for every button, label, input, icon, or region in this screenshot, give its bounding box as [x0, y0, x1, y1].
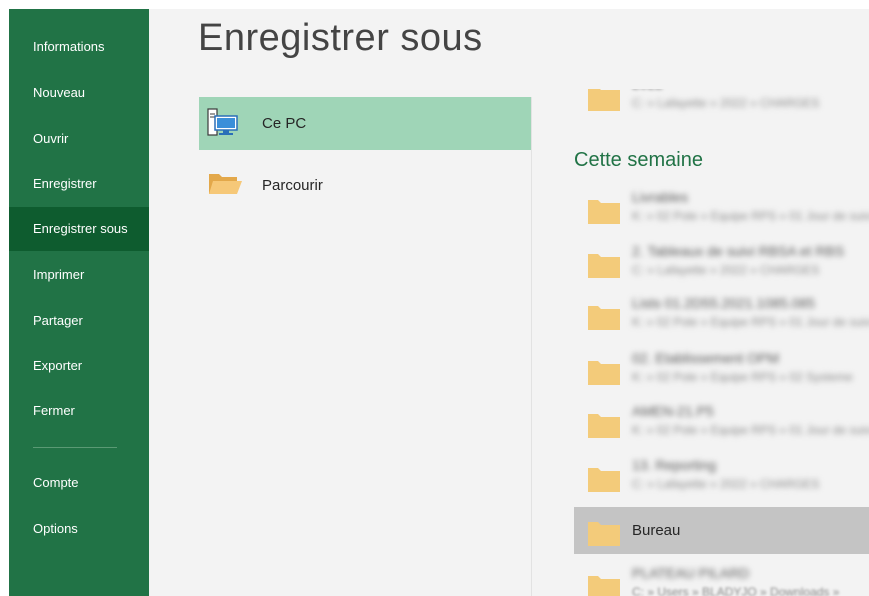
nav-fermer[interactable]: Fermer — [9, 389, 149, 433]
folder-row[interactable]: Livrables K: » 02 Pole » Equipe RPS » 01… — [574, 185, 869, 232]
folder-icon — [588, 89, 620, 111]
nav-divider — [33, 447, 117, 448]
nav-enregistrer-sous[interactable]: Enregistrer sous — [9, 207, 149, 251]
folder-path: K: » 02 Pole » Equipe RPS » 02 Systeme — [632, 370, 853, 384]
folder-path: C: » Lafayette » 2022 » CHARGES — [632, 96, 820, 110]
folder-title: PLATEAU PILARD — [632, 565, 750, 581]
folder-row[interactable]: AMEN-21.P5 K: » 02 Pole » Equipe RPS » 0… — [574, 399, 869, 446]
nav-exporter[interactable]: Exporter — [9, 344, 149, 388]
folder-title: 2. Tableaux de suivi RBSA et RBS — [632, 243, 845, 259]
folder-path: K: » 02 Pole » Equipe RPS » 01 Jour de s… — [632, 315, 869, 329]
folder-row[interactable]: PLATEAU PILARD C: » Users » BLADYJO » Do… — [574, 561, 869, 596]
folder-icon — [588, 520, 620, 546]
nav-partager[interactable]: Partager — [9, 299, 149, 343]
save-locations-panel: Ce PC Parcourir — [199, 97, 532, 596]
backstage-sidebar: Informations Nouveau Ouvrir Enregistrer … — [9, 9, 149, 596]
folder-row[interactable]: Lists 01.2D55.2021.1085.085 K: » 02 Pole… — [574, 291, 869, 338]
nav-ouvrir[interactable]: Ouvrir — [9, 117, 149, 161]
nav-options[interactable]: Options — [9, 507, 149, 551]
folder-path: K: » 02 Pole » Equipe RPS » 01 Jour de s… — [632, 423, 869, 437]
nav-imprimer[interactable]: Imprimer — [9, 253, 149, 297]
folder-icon — [588, 252, 620, 278]
recent-folders-list: 2022 C: » Lafayette » 2022 » CHARGES Cet… — [574, 89, 869, 596]
location-label: Ce PC — [262, 115, 307, 132]
folder-icon — [588, 198, 620, 224]
folder-title: Livrables — [632, 189, 689, 205]
folder-icon — [588, 412, 620, 438]
folder-title: 2022 — [632, 89, 663, 92]
folder-row[interactable]: 13. Reporting C: » Lafayette » 2022 » CH… — [574, 453, 869, 500]
folder-title: AMEN-21.P5 — [632, 403, 714, 419]
folder-path: C: » Lafayette » 2022 » CHARGES — [632, 477, 820, 491]
folder-open-icon — [207, 170, 242, 200]
folder-row[interactable]: 2022 C: » Lafayette » 2022 » CHARGES — [574, 89, 869, 119]
computer-icon — [207, 108, 239, 138]
folder-icon — [588, 574, 620, 596]
nav-nouveau[interactable]: Nouveau — [9, 71, 149, 115]
folder-icon — [588, 304, 620, 330]
nav-informations[interactable]: Informations — [9, 25, 149, 69]
folder-icon — [588, 359, 620, 385]
nav-enregistrer[interactable]: Enregistrer — [9, 162, 149, 206]
section-heading: Cette semaine — [574, 149, 703, 171]
page-title: Enregistrer sous — [198, 17, 483, 59]
folder-icon — [588, 466, 620, 492]
folder-title: 02. Etablissement OPM — [632, 350, 780, 366]
location-browse[interactable]: Parcourir — [199, 159, 531, 212]
backstage-window: Informations Nouveau Ouvrir Enregistrer … — [9, 9, 869, 596]
folder-path: C: » Users » BLADYJO » Downloads » — [632, 585, 840, 596]
folder-row[interactable]: 02. Etablissement OPM K: » 02 Pole » Equ… — [574, 346, 869, 393]
folder-title: Lists 01.2D55.2021.1085.085 — [632, 295, 815, 311]
folder-row[interactable]: 2. Tableaux de suivi RBSA et RBS C: » La… — [574, 239, 869, 286]
folder-path: K: » 02 Pole » Equipe RPS » 01 Jour de s… — [632, 209, 869, 223]
location-label: Parcourir — [262, 177, 323, 194]
folder-path: C: » Lafayette » 2022 » CHARGES — [632, 263, 820, 277]
location-this-pc[interactable]: Ce PC — [199, 97, 531, 150]
nav-compte[interactable]: Compte — [9, 461, 149, 505]
folder-row-bureau[interactable]: Bureau — [574, 507, 869, 554]
folder-title: 13. Reporting — [632, 457, 717, 473]
folder-title: Bureau — [632, 522, 681, 539]
